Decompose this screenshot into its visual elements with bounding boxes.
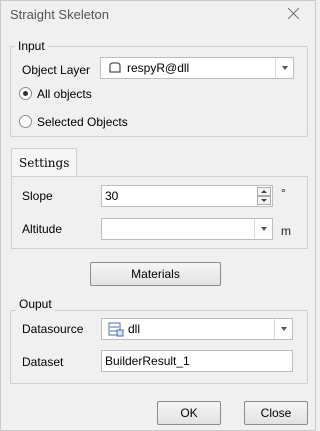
dataset-input[interactable]: BuilderResult_1: [101, 350, 293, 372]
object-layer-label: Object Layer: [22, 63, 91, 77]
altitude-unit: m: [281, 224, 291, 238]
datasource-value: dll: [128, 322, 141, 336]
database-icon: [108, 322, 124, 337]
datasource-label: Datasource: [22, 322, 84, 336]
all-objects-radio[interactable]: [19, 87, 32, 100]
chevron-down-icon[interactable]: [254, 219, 272, 239]
slope-label: Slope: [22, 189, 53, 203]
selected-objects-label[interactable]: Selected Objects: [37, 115, 128, 129]
altitude-label: Altitude: [22, 222, 63, 236]
all-objects-label[interactable]: All objects: [37, 87, 92, 101]
straight-skeleton-dialog: Straight Skeleton Input Object Layer res…: [0, 0, 316, 431]
close-button[interactable]: Close: [244, 401, 308, 425]
selected-objects-radio[interactable]: [19, 115, 32, 128]
polygon-layer-icon: [109, 62, 121, 73]
title-bar: Straight Skeleton: [1, 1, 315, 29]
spin-up-icon[interactable]: [257, 187, 271, 196]
spin-down-icon[interactable]: [257, 196, 271, 205]
altitude-dropdown[interactable]: [101, 218, 273, 240]
tab-settings-label: Settings: [19, 156, 70, 170]
slope-unit: °: [281, 186, 286, 200]
dataset-label: Dataset: [22, 355, 64, 369]
slope-value: 30: [105, 189, 119, 203]
object-layer-value: respyR@dll: [127, 61, 190, 75]
chevron-down-icon[interactable]: [274, 319, 292, 339]
ok-button[interactable]: OK: [157, 401, 221, 425]
materials-button[interactable]: Materials: [90, 262, 221, 286]
chevron-down-icon[interactable]: [275, 58, 293, 78]
slope-input[interactable]: 30: [101, 185, 273, 207]
input-group-legend: Input: [15, 39, 48, 53]
tab-settings[interactable]: Settings: [11, 148, 77, 176]
dataset-value: BuilderResult_1: [105, 354, 190, 368]
window-title: Straight Skeleton: [10, 7, 110, 22]
datasource-dropdown[interactable]: dll: [101, 318, 293, 340]
object-layer-dropdown[interactable]: respyR@dll: [100, 57, 294, 79]
output-group-legend: Ouput: [16, 297, 55, 311]
close-icon[interactable]: [285, 5, 303, 23]
